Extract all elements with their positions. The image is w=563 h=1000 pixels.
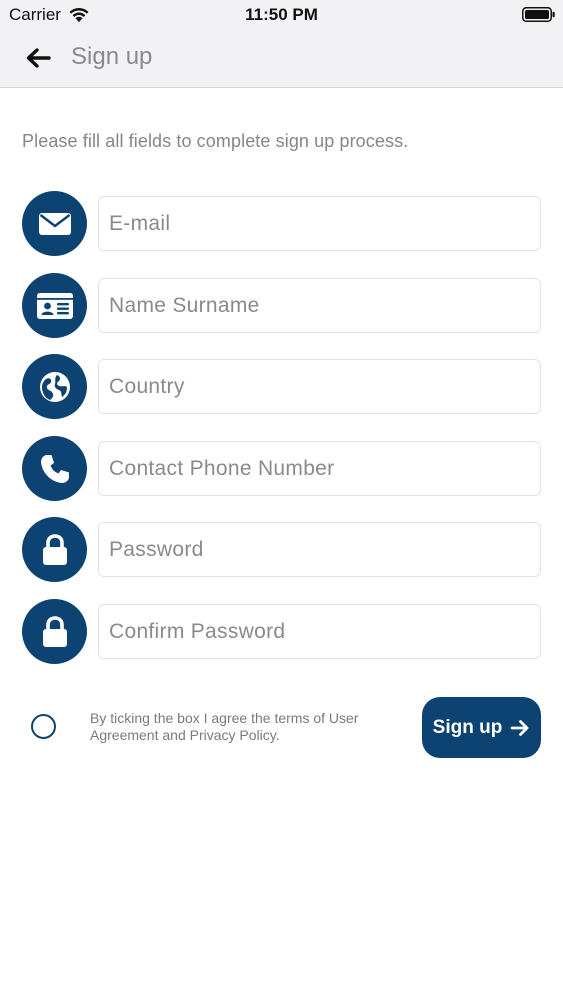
name-surname-field[interactable] (98, 278, 541, 333)
email-row (22, 191, 541, 256)
lock-icon (22, 599, 87, 664)
envelope-icon (22, 191, 87, 256)
clock-time: 11:50 PM (245, 5, 318, 24)
status-bar: Carrier 11:50 PM (0, 0, 563, 30)
password-row (22, 517, 541, 582)
country-field[interactable] (98, 359, 541, 414)
agreement-text: By ticking the box I agree the terms of … (90, 710, 359, 743)
phone-icon (22, 436, 87, 501)
email-field[interactable] (98, 196, 541, 251)
back-button[interactable] (22, 42, 54, 74)
confirm-password-row (22, 599, 541, 664)
agreement-checkbox[interactable] (31, 714, 56, 739)
battery-icon (522, 7, 555, 22)
arrow-left-icon (26, 48, 51, 68)
lock-icon (22, 517, 87, 582)
id-card-icon (22, 273, 87, 338)
navigation-bar: Sign up (0, 30, 563, 88)
signup-button-label: Sign up (432, 716, 503, 738)
password-field[interactable] (98, 522, 541, 577)
country-row (22, 354, 541, 419)
arrow-right-icon (510, 719, 529, 736)
instruction-text: Please fill all fields to complete sign … (22, 131, 409, 151)
contact-phone-field[interactable] (98, 441, 541, 496)
confirm-password-field[interactable] (98, 604, 541, 659)
phone-row (22, 436, 541, 501)
globe-icon (22, 354, 87, 419)
signup-button[interactable]: Sign up (422, 697, 541, 758)
page-title: Sign up (71, 43, 153, 70)
name-surname-row (22, 273, 541, 338)
